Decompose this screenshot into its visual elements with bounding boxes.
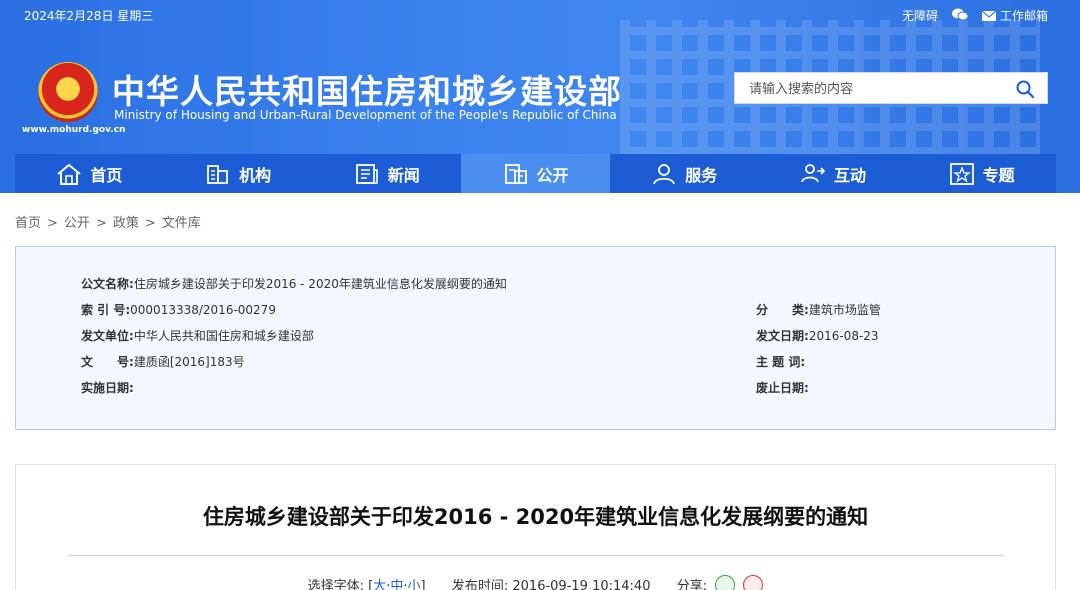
breadcrumb: 首页 > 公开 > 政策 > 文件库 — [15, 212, 201, 231]
nav-item-label: 公开 — [536, 165, 569, 185]
wechat-share-icon[interactable] — [715, 575, 736, 590]
info-expire-date: 废止日期: — [756, 379, 809, 396]
nav-item-interaction[interactable]: 互动 — [759, 154, 908, 193]
site-url: www.mohurd.gov.cn — [22, 125, 126, 135]
breadcrumb-separator: > — [95, 216, 107, 231]
article-title: 住房城乡建设部关于印发2016 - 2020年建筑业信息化发展纲要的通知 — [202, 505, 869, 529]
document-info-panel: 公文名称:住房城乡建设部关于印发2016 - 2020年建筑业信息化发展纲要的通… — [15, 246, 1056, 430]
document-icon — [504, 163, 527, 184]
info-value: 2016-08-23 — [808, 329, 879, 343]
publish-time: 2016-09-19 10:14:40 — [512, 579, 651, 590]
font-small-link[interactable]: 小 — [407, 579, 420, 590]
nav-item-label: 专题 — [982, 165, 1015, 185]
nav-item-home[interactable]: 首页 — [15, 154, 164, 193]
info-label: 公文名称: — [81, 277, 134, 291]
info-label: 发文日期: — [756, 329, 809, 343]
article-panel: 住房城乡建设部关于印发2016 - 2020年建筑业信息化发展纲要的通知 选择字… — [15, 464, 1056, 590]
star-icon — [949, 162, 974, 185]
info-subject: 主 题 词: — [756, 353, 805, 370]
info-index: 索 引 号:000013338/2016-00279 — [81, 301, 276, 318]
nav-item-public[interactable]: 公开 — [461, 154, 610, 193]
nav-item-label: 服务 — [685, 165, 718, 185]
info-label: 实施日期: — [81, 381, 134, 395]
info-value: 住房城乡建设部关于印发2016 - 2020年建筑业信息化发展纲要的通知 — [133, 277, 507, 291]
top-links: 无障碍 工作邮箱 — [902, 7, 1048, 24]
divider — [68, 555, 1004, 556]
nav-item-topics[interactable]: 专题 — [907, 154, 1056, 193]
site-header: 2024年2月28日 星期三 无障碍 工作邮箱 www.mohurd.gov.c… — [0, 0, 1080, 193]
nav-item-label: 机构 — [239, 165, 272, 185]
breadcrumb-library[interactable]: 文件库 — [162, 216, 201, 231]
national-emblem-logo[interactable] — [38, 62, 98, 122]
person-icon — [653, 163, 676, 184]
info-label: 发文单位: — [81, 329, 134, 343]
interaction-icon — [801, 163, 826, 182]
info-value: 000013338/2016-00279 — [130, 303, 276, 317]
search-input[interactable] — [735, 73, 995, 103]
building-icon — [207, 164, 228, 184]
search-box — [734, 72, 1048, 104]
nav-item-label: 新闻 — [387, 165, 420, 185]
breadcrumb-separator: > — [47, 216, 58, 231]
accessibility-link[interactable]: 无障碍 — [902, 7, 938, 24]
news-icon — [355, 163, 378, 184]
info-category: 分 类:建筑市场监管 — [756, 301, 881, 318]
info-value: 中华人民共和国住房和城乡建设部 — [133, 329, 314, 343]
publish-time-label: 发布时间: — [451, 579, 509, 590]
info-value: 建质函[2016]183号 — [133, 355, 245, 369]
info-label: 主 题 词: — [756, 355, 806, 369]
breadcrumb-public[interactable]: 公开 — [64, 216, 90, 231]
share-label: 分享: — [676, 579, 708, 590]
site-subtitle: Ministry of Housing and Urban-Rural Deve… — [114, 108, 617, 122]
breadcrumb-separator: > — [144, 216, 156, 231]
font-size-label: 选择字体: — [307, 579, 364, 590]
current-date: 2024年2月28日 星期三 — [24, 9, 154, 23]
info-doc-name: 公文名称:住房城乡建设部关于印发2016 - 2020年建筑业信息化发展纲要的通… — [81, 275, 507, 292]
info-label: 分 类: — [756, 303, 809, 317]
font-size-bracket: ] — [420, 579, 426, 590]
font-large-link[interactable]: 大 — [373, 579, 386, 590]
info-label: 文 号: — [81, 355, 134, 369]
email-link[interactable]: 工作邮箱 — [981, 7, 1048, 24]
nav-item-news[interactable]: 新闻 — [312, 154, 461, 193]
article-meta: 选择字体: [大·中·小] 发布时间: 2016-09-19 10:14:40 … — [16, 575, 1055, 590]
nav-item-label: 首页 — [90, 165, 123, 185]
font-medium-link[interactable]: 中 — [390, 579, 403, 590]
search-icon[interactable] — [1015, 79, 1035, 99]
breadcrumb-policy[interactable]: 政策 — [113, 216, 139, 231]
info-doc-number: 文 号:建质函[2016]183号 — [81, 353, 245, 370]
nav-item-organization[interactable]: 机构 — [164, 154, 313, 193]
info-label: 索 引 号: — [81, 303, 131, 317]
info-effective-date: 实施日期: — [81, 379, 134, 396]
weibo-share-icon[interactable] — [743, 575, 764, 590]
mail-icon — [981, 11, 996, 21]
info-issuer: 发文单位:中华人民共和国住房和城乡建设部 — [81, 327, 314, 344]
info-value: 建筑市场监管 — [808, 303, 881, 317]
breadcrumb-home[interactable]: 首页 — [15, 216, 41, 231]
wechat-icon[interactable] — [951, 8, 969, 24]
nav-item-label: 互动 — [833, 165, 866, 185]
info-label: 废止日期: — [756, 381, 809, 395]
email-link-label: 工作邮箱 — [999, 9, 1048, 23]
info-issue-date: 发文日期:2016-08-23 — [756, 327, 879, 344]
main-nav: 首页 机构 新闻 公开 服务 互动 专题 — [15, 154, 1056, 193]
site-title[interactable]: 中华人民共和国住房和城乡建设部 — [112, 65, 622, 113]
home-icon — [57, 163, 81, 185]
nav-item-services[interactable]: 服务 — [610, 154, 759, 193]
